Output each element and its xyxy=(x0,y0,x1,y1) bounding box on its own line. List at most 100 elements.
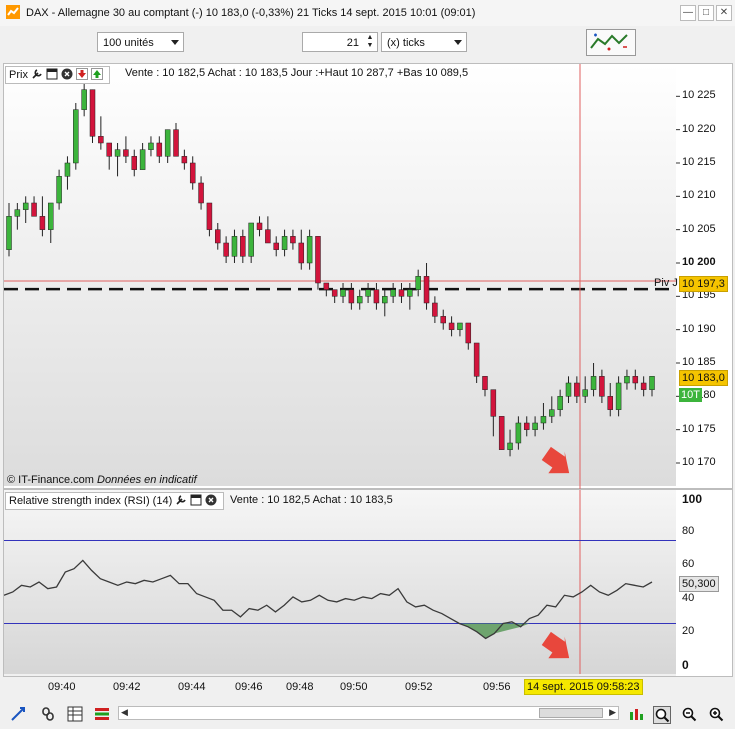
scroll-left-icon[interactable]: ◀ xyxy=(121,707,128,718)
candle xyxy=(498,416,505,450)
candle-body xyxy=(331,289,338,297)
candle-body xyxy=(607,396,613,410)
chain-link-icon[interactable] xyxy=(40,706,56,722)
last-price-badge: 10 183,0 xyxy=(679,370,728,386)
candle xyxy=(89,89,96,143)
candle-body xyxy=(148,142,154,150)
candle-body xyxy=(256,222,263,230)
rsi-chart-panel[interactable] xyxy=(3,489,678,677)
candle-body xyxy=(223,242,229,257)
time-axis-tick: 09:56 xyxy=(483,681,511,693)
candle-body xyxy=(498,416,505,450)
pivot-label: Piv J xyxy=(654,277,678,289)
scroll-right-icon[interactable]: ▶ xyxy=(609,707,616,718)
candle-body xyxy=(198,182,204,204)
price-axis-tick: 10 225 xyxy=(682,89,716,102)
candle-body xyxy=(457,322,463,330)
price-panel-header: Prix xyxy=(5,66,111,84)
close-circle-icon[interactable] xyxy=(205,494,217,506)
candle-body xyxy=(22,202,29,210)
cursor-time-label: 14 sept. 2015 09:58:23 xyxy=(524,679,643,695)
candle-body xyxy=(356,296,363,304)
candle-body xyxy=(574,382,580,397)
candle-body xyxy=(323,282,330,290)
rsi-panel-header: Relative strength index (RSI) (14) xyxy=(5,492,225,510)
layers-icon[interactable] xyxy=(94,706,110,722)
cursor-move-icon[interactable] xyxy=(10,706,26,722)
candle-body xyxy=(6,216,12,250)
close-circle-icon[interactable] xyxy=(61,68,73,80)
scrollbar-thumb[interactable] xyxy=(539,708,603,718)
chart-type-icon[interactable] xyxy=(628,706,644,722)
pivot-value-badge: 10 197,3 xyxy=(679,276,728,292)
wrench-icon[interactable] xyxy=(31,68,43,80)
candle-body xyxy=(114,149,121,157)
buy-arrow-icon[interactable] xyxy=(91,68,104,80)
candle-body xyxy=(540,416,547,424)
zoom-in-icon[interactable] xyxy=(708,706,724,722)
candle-body xyxy=(281,236,288,250)
copyright-watermark: © IT-Finance.com Données en indicatif xyxy=(7,474,197,486)
candle-body xyxy=(156,142,163,157)
price-axis-tick: 10 220 xyxy=(682,122,716,135)
candle-body xyxy=(532,422,538,430)
candle xyxy=(315,236,321,290)
price-axis-tick: 10 200 xyxy=(682,255,716,268)
candle-body xyxy=(231,236,238,257)
candle-body xyxy=(348,289,355,304)
time-scrollbar[interactable]: ◀ ▶ xyxy=(118,706,619,720)
window-icon[interactable] xyxy=(190,494,202,506)
candle-body xyxy=(473,342,480,377)
rsi-axis-tick: 60 xyxy=(682,558,695,571)
candle-body xyxy=(407,289,413,297)
rsi-axis-tick: 20 xyxy=(682,624,695,637)
price-axis-tick: 10 205 xyxy=(682,222,716,235)
candle-body xyxy=(131,156,138,170)
candle-body xyxy=(139,149,146,170)
candle-body xyxy=(432,302,438,317)
zoom-out-icon[interactable] xyxy=(681,706,697,722)
candle-body xyxy=(415,276,421,290)
candle-body xyxy=(215,229,221,244)
candle-body xyxy=(515,422,522,444)
time-axis-tick: 09:50 xyxy=(340,681,368,693)
candle-body xyxy=(590,376,597,390)
time-axis-tick: 09:46 xyxy=(235,681,263,693)
price-axis-tick: 10 175 xyxy=(682,422,716,435)
table-icon[interactable] xyxy=(67,706,83,722)
price-axis-tick: 10 190 xyxy=(682,322,716,335)
zoom-fit-icon[interactable] xyxy=(653,706,671,724)
candle-body xyxy=(382,296,388,304)
candle-body xyxy=(649,376,655,390)
candle-body xyxy=(248,222,254,257)
price-quote-text: Vente : 10 182,5 Achat : 10 183,5 Jour :… xyxy=(125,67,469,79)
window-icon[interactable] xyxy=(46,68,58,80)
candle xyxy=(73,102,79,170)
candle-body xyxy=(640,382,647,390)
candle-body xyxy=(507,442,513,450)
candle-body xyxy=(315,236,321,284)
candle-body xyxy=(181,156,188,164)
price-axis-tick: 10 170 xyxy=(682,456,716,468)
candle-body xyxy=(106,142,112,157)
sell-arrow-icon[interactable] xyxy=(76,68,89,80)
candle-body xyxy=(89,89,96,137)
candle-body xyxy=(173,129,179,157)
time-axis-tick: 09:52 xyxy=(405,681,433,693)
candle-body xyxy=(340,289,346,297)
rsi-axis-tick: 80 xyxy=(682,525,695,538)
candle-body xyxy=(189,162,196,184)
candle-body xyxy=(440,316,446,324)
candle-body xyxy=(298,242,305,264)
candle-body xyxy=(64,162,71,177)
watermark-text: © IT-Finance.com xyxy=(7,474,94,486)
time-axis-tick: 09:40 xyxy=(48,681,76,693)
time-axis-tick: 09:44 xyxy=(178,681,206,693)
candle-body xyxy=(39,216,46,230)
wrench-icon[interactable] xyxy=(175,494,187,506)
candle-body xyxy=(14,209,21,217)
candle-body xyxy=(123,149,129,157)
candle-body xyxy=(56,176,62,204)
candle-body xyxy=(482,376,488,390)
candle-body xyxy=(565,382,572,397)
